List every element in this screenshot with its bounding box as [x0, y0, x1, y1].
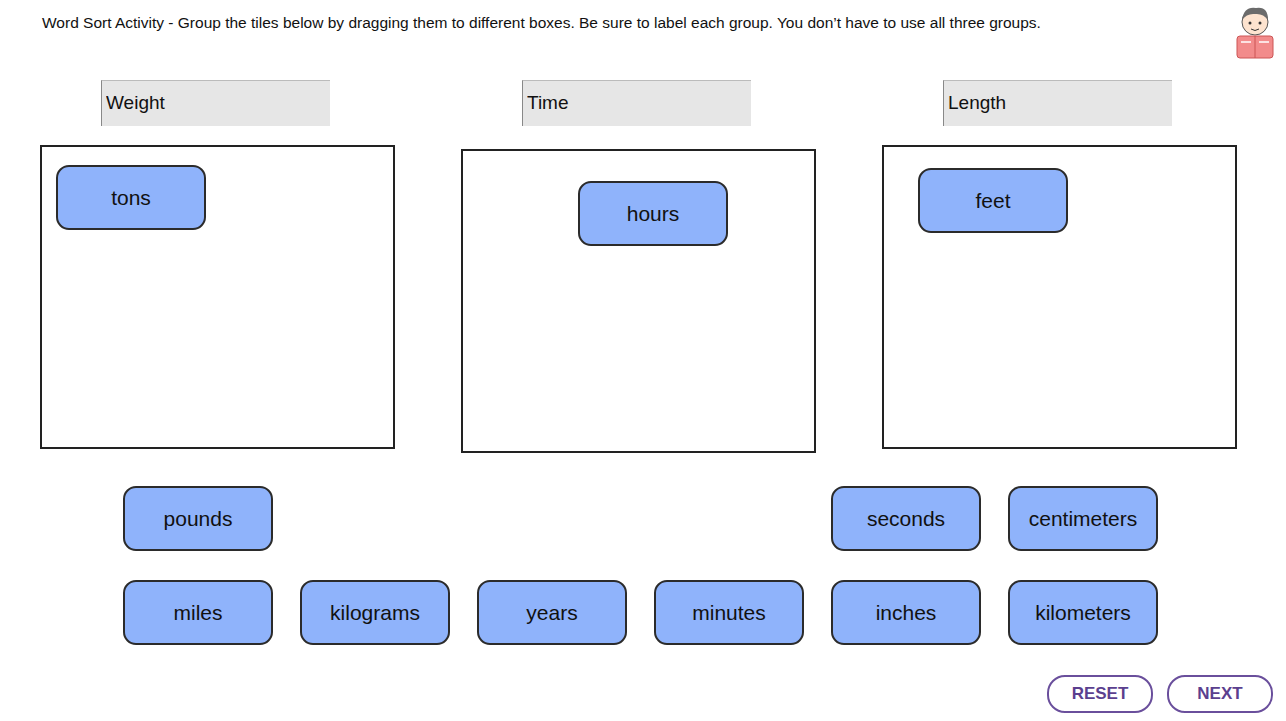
drop-box: tons [40, 145, 395, 449]
group-label-field[interactable] [522, 80, 751, 126]
group: tons [40, 80, 395, 453]
word-tile[interactable]: centimeters [1008, 486, 1158, 551]
drop-box: hours [461, 149, 816, 453]
word-tile[interactable]: inches [831, 580, 981, 645]
header: Word Sort Activity - Group the tiles bel… [0, 0, 1286, 40]
reading-child-icon [1230, 4, 1280, 60]
word-tile[interactable]: minutes [654, 580, 804, 645]
reset-button[interactable]: RESET [1047, 675, 1153, 713]
word-tile[interactable]: hours [578, 181, 728, 246]
groups: tons hours feet [0, 80, 1286, 453]
group-label-field[interactable] [101, 80, 330, 126]
word-tile[interactable]: kilometers [1008, 580, 1158, 645]
word-tile[interactable]: kilograms [300, 580, 450, 645]
group-label-field[interactable] [943, 80, 1172, 126]
footer: RESET NEXT [0, 675, 1286, 713]
word-tile[interactable]: feet [918, 168, 1068, 233]
word-tile[interactable]: years [477, 580, 627, 645]
word-tile[interactable]: pounds [123, 486, 273, 551]
tile-pool: pounds seconds centimeters miles kilograms ye… [0, 486, 1286, 645]
next-button[interactable]: NEXT [1167, 675, 1273, 713]
group: hours [461, 80, 816, 453]
word-tile[interactable]: seconds [831, 486, 981, 551]
word-tile[interactable]: miles [123, 580, 273, 645]
drop-box: feet [882, 145, 1237, 449]
instructions: Word Sort Activity - Group the tiles bel… [42, 11, 1230, 34]
word-tile[interactable]: tons [56, 165, 206, 230]
group: feet [882, 80, 1237, 453]
